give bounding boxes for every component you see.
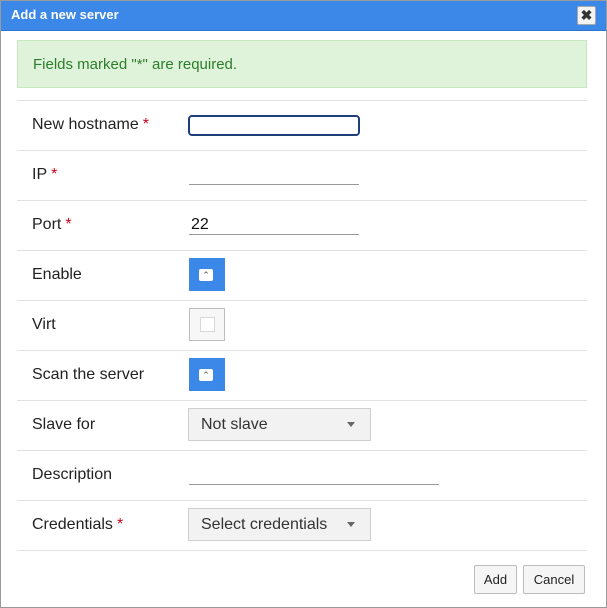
port-input[interactable]: [189, 215, 359, 235]
dialog-titlebar: Add a new server ✖: [1, 1, 606, 31]
required-marker: *: [116, 516, 124, 533]
scan-row: Scan the server ⌃: [17, 350, 587, 400]
enable-label: Enable: [32, 266, 82, 283]
chevron-up-icon: ⌃: [199, 269, 213, 281]
slave-for-value: Not slave: [201, 416, 268, 433]
hostname-input[interactable]: [188, 115, 360, 136]
description-row: Description: [17, 450, 587, 500]
enable-checkbox[interactable]: ⌃: [189, 258, 225, 291]
scan-checkbox[interactable]: ⌃: [189, 358, 225, 391]
cancel-button[interactable]: Cancel: [523, 565, 585, 594]
chevron-up-icon: ⌃: [199, 369, 213, 381]
description-input[interactable]: [189, 465, 439, 485]
port-row: Port *: [17, 200, 587, 250]
virt-label: Virt: [32, 316, 56, 333]
ip-label: IP *: [32, 166, 58, 183]
description-label: Description: [32, 466, 113, 483]
checkbox-box: [200, 317, 215, 332]
port-label: Port *: [32, 216, 72, 233]
slave-for-select[interactable]: Not slave: [188, 408, 371, 441]
server-form: New hostname* IP* Port* Enable ⌃ Virt Sc…: [17, 100, 587, 551]
credentials-row: Credentials * Select credentials: [17, 500, 587, 551]
close-icon: ✖: [580, 7, 593, 23]
enable-row: Enable ⌃: [17, 250, 587, 300]
hostname-label: New hostname *: [32, 116, 149, 133]
slave-for-label: Slave for: [32, 416, 96, 433]
dialog-title: Add a new server: [11, 7, 119, 22]
caret-down-icon: [347, 522, 355, 527]
close-button[interactable]: ✖: [577, 6, 596, 25]
required-fields-notice: Fields marked "*" are required.: [17, 40, 587, 88]
required-marker: *: [65, 216, 72, 233]
notice-text: Fields marked "*" are required.: [33, 56, 238, 73]
ip-input[interactable]: [189, 165, 359, 185]
required-marker: *: [51, 166, 58, 183]
ip-row: IP *: [17, 150, 587, 200]
required-marker: *: [142, 116, 149, 133]
hostname-row: New hostname *: [17, 100, 587, 150]
virt-row: Virt: [17, 300, 587, 350]
caret-down-icon: [347, 422, 355, 427]
credentials-select[interactable]: Select credentials: [188, 508, 371, 541]
scan-label: Scan the server: [32, 366, 145, 383]
virt-checkbox[interactable]: [189, 308, 225, 341]
credentials-value: Select credentials: [201, 516, 328, 533]
add-button[interactable]: Add: [474, 565, 517, 594]
add-server-dialog: Add a new server ✖ Fields marked "*" are…: [0, 0, 607, 608]
credentials-label: Credentials *: [32, 516, 124, 533]
slave-for-row: Slave for Not slave: [17, 400, 587, 450]
